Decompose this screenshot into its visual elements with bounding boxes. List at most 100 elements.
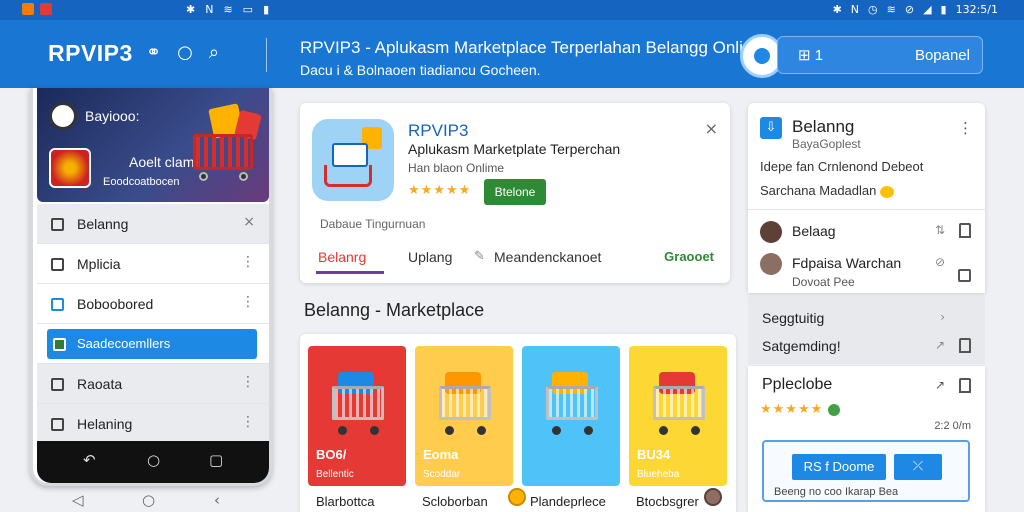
product-tile[interactable]: Eoma Scoddar [415,346,513,486]
app-card: RPVIP3 Aplukasm Marketplate Terperchan H… [300,103,730,283]
bookmark-icon[interactable] [959,223,971,238]
review-stars: ★★★★★ [760,402,841,417]
product-grid: BO6/ Bellentic Eoma Scoddar BU34 Blueheb… [300,334,736,512]
share-arrow-icon[interactable]: ↗ [935,338,945,352]
close-icon[interactable]: × [705,119,718,138]
bluetooth-icon: ✱ [832,3,842,16]
phone-menu-item[interactable]: Boboobored ⋮ [37,284,269,324]
more-icon[interactable]: ⋮ [241,414,255,430]
store-icon [51,298,64,311]
mute-icon: ⊘ [904,3,915,16]
chevron-right-icon[interactable]: › [940,310,945,324]
product-tile[interactable]: BU34 Blueheba [629,346,727,486]
user-row[interactable]: Belaag ⇅ [748,215,985,251]
tile-label[interactable]: Blarbottca [316,494,375,509]
share-arrow-icon[interactable]: ↗ [935,378,945,392]
dismiss-button[interactable]: ⤫ [894,454,942,480]
status-mid-icons: ✱ N ≋ ▭ ▮ [186,3,269,16]
app-header: RPVIP3 ⚭ ○ ⌕ RPVIP3 - Aplukasm Marketpla… [0,20,1024,88]
phone-menu-item[interactable]: Mplicia ⋮ [37,244,269,284]
primary-action-button[interactable]: RS f Doome [792,454,886,480]
more-icon[interactable]: ⋮ [241,294,255,310]
tile-chip: Blueheba [637,469,680,480]
settings-item-label[interactable]: Seggtuitig [762,310,824,326]
phone-menu-item[interactable]: Raoata ⋮ [37,364,269,404]
user-row[interactable]: Fdpaisa Warchan Dovoat Pee ⊘ [748,247,985,289]
panel-button[interactable]: Bopanel [915,47,970,64]
tab-belanja[interactable]: Belanrg [318,249,366,265]
active-tab-indicator [316,271,384,274]
tile-label[interactable]: Scloborban [422,494,488,509]
sort-icon[interactable]: ⇅ [935,223,945,237]
tile-price: BO6/ [316,447,347,462]
product-tile[interactable] [522,346,620,486]
tile-label[interactable]: Btocbsgrer [636,494,699,509]
promo-logo-icon [49,102,77,130]
store-description: Idepe fan Crnlenond Debeot [760,159,924,174]
tile-chip: Bellentic [316,469,354,480]
selected-highlight[interactable]: Saadecoemllers [47,329,257,359]
coin-icon [508,488,526,506]
back-icon[interactable]: ◁ [72,491,84,509]
status-time: 132:5/1 [955,3,998,16]
action-footer-text: Beeng no coo Ikarap Bea [774,486,899,498]
product-tile[interactable]: BO6/ Bellentic [308,346,406,486]
menu-item-label: Belanng [77,216,129,232]
signal-icon: ◢ [923,3,932,16]
forward-icon[interactable]: ‹ [214,491,220,509]
install-button[interactable]: Btelone [484,179,546,205]
avatar [760,221,782,243]
brand-logo-text[interactable]: RPVIP3 [48,40,133,67]
tab-upload[interactable]: Uplang [408,249,452,265]
header-panel[interactable]: ⊞ 1 Bopanel [777,36,983,74]
block-icon[interactable]: ⊘ [935,255,945,269]
menu-item-label: Boboobored [77,296,154,312]
home-icon[interactable]: ○ [142,491,155,509]
close-icon[interactable]: × [243,214,255,230]
search-icon[interactable]: ○ [177,42,193,63]
settings-group: Seggtuitig › Satgemding! ↗ [748,296,985,364]
store-subtitle: BayaGoplest [792,137,861,151]
zoom-icon[interactable]: ⌕ [209,42,219,63]
wifi-icon: ≋ [223,3,233,16]
store-title: Belanng [792,117,855,136]
sim-icon: ▭ [242,3,254,16]
phone-menu-item[interactable]: Helaning ⋮ [37,404,269,444]
coin-icon [880,185,895,198]
tile-label[interactable]: Plandeprlece [530,494,606,509]
status-left-icons [22,3,52,15]
tile-chip: Scoddar [423,469,461,480]
phone-menu-list: Belanng × Mplicia ⋮ Boboobored ⋮ Saadeco… [37,204,269,444]
user-name: Belaag [792,223,836,239]
checkbox[interactable] [958,269,971,282]
tab-management[interactable]: Meandenckanoet [494,249,601,265]
recents-icon[interactable]: ▢ [209,451,223,469]
share-icon[interactable]: ⚭ [146,42,161,63]
status-right-icons: ✱ N ◷ ≋ ⊘ ◢ ▮ 132:5/1 [833,3,998,16]
back-icon[interactable]: ↶ [83,451,96,469]
bookmark-icon[interactable] [959,338,971,353]
home-icon [51,378,64,391]
action-box: RS f Doome ⤫ Beeng no coo Ikarap Bea [762,440,970,502]
tile-price: Eoma [423,447,459,462]
promo-banner[interactable]: Bayiooo: Aoelt clam Eoodcoatbocen [37,88,269,202]
tab-action-link[interactable]: Graooet [664,249,714,264]
phone-menu-item[interactable]: Belanng × [37,204,269,244]
page-subtitle: Dacu i & Bolnaoen tiadiancu Gocheen. [300,62,541,78]
app-tabs: Belanrg Uplang ✎ Meandenckanoet Graooet [300,239,730,279]
developer-name: Dabaue Tingurnuan [320,217,426,231]
store-icon: ⇩ [760,117,782,139]
store-info-card: ⇩ Belanng BayaGoplest ⋮ Idepe fan Crnlen… [748,103,985,293]
home-icon[interactable]: ○ [147,451,160,469]
section-title: Belanng - Marketplace [304,300,485,320]
more-icon[interactable]: ⋮ [958,119,973,137]
more-icon[interactable]: ⋮ [241,254,255,270]
review-time: 2:2 0/m [934,420,971,432]
menu-item-label: Helaning [77,416,133,432]
settings-item-label[interactable]: Satgemding! [762,338,841,354]
promo-thumbnail [49,148,91,188]
user-subtitle: Dovoat Pee [792,275,855,289]
more-icon[interactable]: ⋮ [241,374,255,390]
phone-menu-item-selected[interactable]: Saadecoemllers [37,324,269,364]
bookmark-icon[interactable] [959,378,971,393]
